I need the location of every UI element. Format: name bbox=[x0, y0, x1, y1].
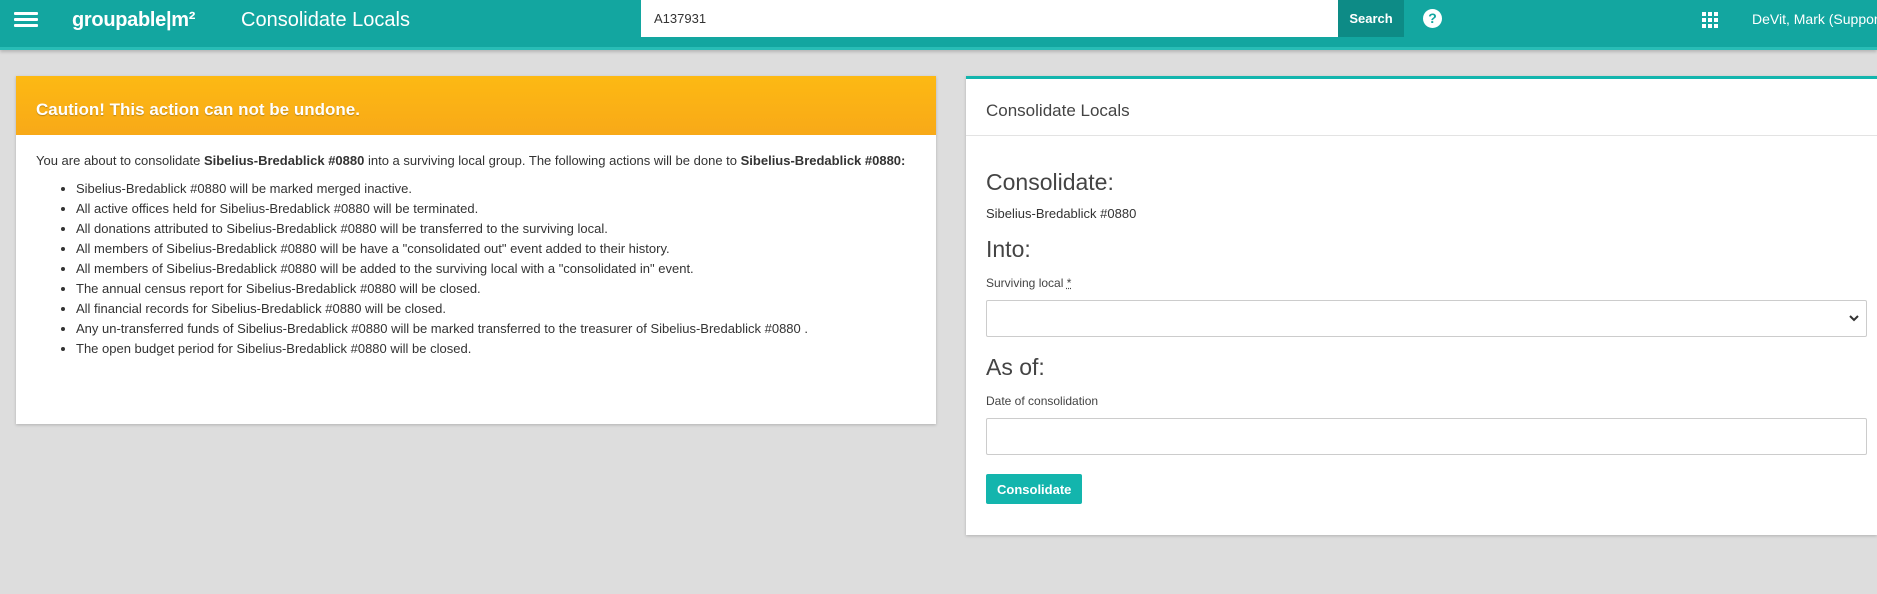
help-icon[interactable]: ? bbox=[1423, 9, 1442, 28]
consolidate-form: Consolidate: Sibelius-Bredablick #0880 I… bbox=[966, 136, 1877, 504]
user-menu[interactable]: DeVit, Mark (Suppor bbox=[1752, 11, 1877, 27]
caution-title: Caution! This action can not be undone. bbox=[16, 76, 936, 135]
intro-text: You are about to consolidate bbox=[36, 153, 204, 168]
required-mark: * bbox=[1066, 276, 1072, 290]
source-local-name: Sibelius-Bredablick #0880 bbox=[986, 206, 1137, 221]
card-title: Consolidate Locals bbox=[966, 79, 1877, 136]
hamburger-menu-icon[interactable] bbox=[14, 9, 38, 31]
surviving-local-label-text: Surviving local bbox=[986, 276, 1064, 290]
date-label: Date of consolidation bbox=[986, 394, 1099, 408]
consolidate-card: Consolidate Locals Consolidate: Sibelius… bbox=[966, 76, 1877, 535]
consolidation-date-input[interactable] bbox=[986, 418, 1867, 455]
intro-local-name: Sibelius-Bredablick #0880 bbox=[203, 153, 365, 168]
list-item: All donations attributed to Sibelius-Bre… bbox=[76, 219, 916, 239]
page-title: Consolidate Locals bbox=[241, 9, 410, 31]
list-item: All members of Sibelius-Bredablick #0880… bbox=[76, 259, 916, 279]
top-bar: groupable|m² Consolidate Locals Search ?… bbox=[0, 0, 1877, 50]
into-heading: Into: bbox=[986, 236, 1031, 262]
search-input[interactable] bbox=[641, 0, 1338, 37]
search-button[interactable]: Search bbox=[1338, 0, 1404, 37]
list-item: Sibelius-Bredablick #0880 will be marked… bbox=[76, 179, 916, 199]
caution-card: Caution! This action can not be undone. … bbox=[16, 76, 936, 424]
list-item: All active offices held for Sibelius-Bre… bbox=[76, 199, 916, 219]
caution-intro: You are about to consolidate Sibelius-Br… bbox=[36, 150, 916, 171]
brand-logo[interactable]: groupable|m² bbox=[72, 9, 195, 32]
list-item: The annual census report for Sibelius-Br… bbox=[76, 279, 916, 299]
chevron-down-icon bbox=[1849, 315, 1859, 322]
apps-grid-icon[interactable] bbox=[1702, 12, 1718, 28]
consolidate-button[interactable]: Consolidate bbox=[986, 474, 1083, 504]
list-item: All members of Sibelius-Bredablick #0880… bbox=[76, 239, 916, 259]
intro-text-mid: into a surviving local group. The follow… bbox=[364, 153, 741, 168]
list-item: All financial records for Sibelius-Breda… bbox=[76, 299, 916, 319]
asof-heading: As of: bbox=[986, 354, 1045, 380]
list-item: Any un-transferred funds of Sibelius-Bre… bbox=[76, 319, 916, 339]
caution-body: You are about to consolidate Sibelius-Br… bbox=[16, 135, 936, 359]
intro-local-name-2: Sibelius-Bredablick #0880: bbox=[740, 153, 906, 168]
actions-list: Sibelius-Bredablick #0880 will be marked… bbox=[36, 179, 916, 359]
consolidate-heading: Consolidate: bbox=[986, 169, 1114, 195]
search-bar: Search bbox=[641, 0, 1404, 37]
surviving-local-label: Surviving local * bbox=[986, 276, 1857, 290]
list-item: The open budget period for Sibelius-Bred… bbox=[76, 339, 916, 359]
surviving-local-select[interactable] bbox=[986, 300, 1867, 337]
